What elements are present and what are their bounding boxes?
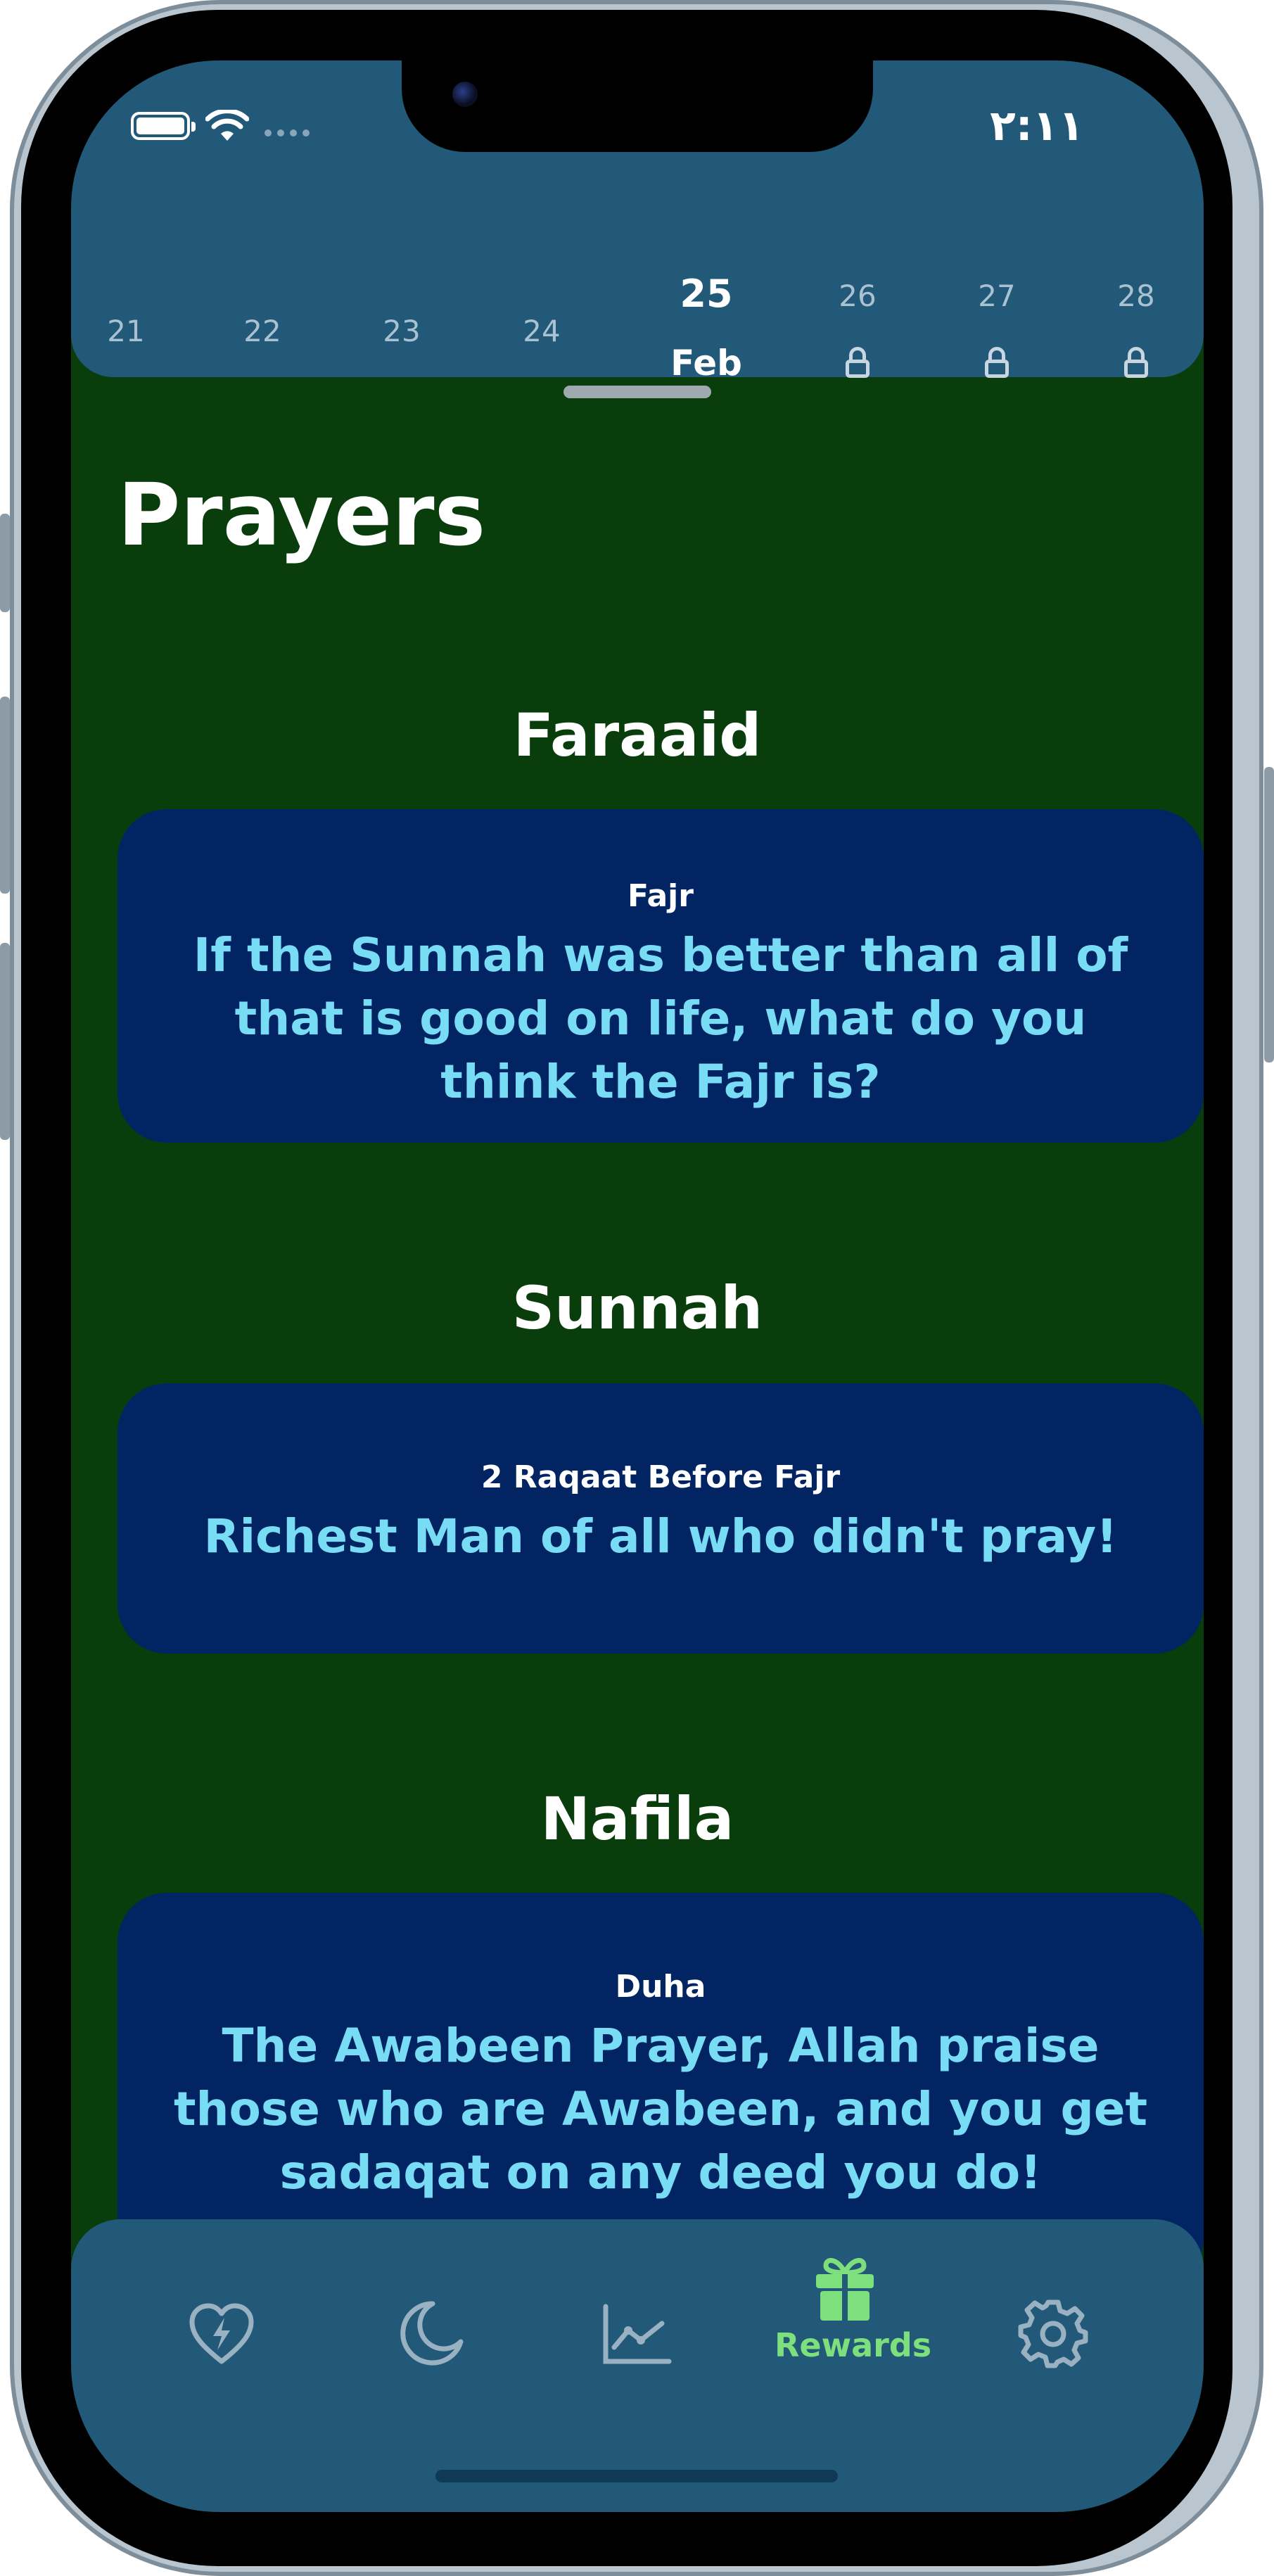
status-bar-left: [131, 110, 310, 142]
tab-night[interactable]: [359, 2298, 500, 2368]
gift-icon: [816, 2258, 874, 2321]
card-text: The Awabeen Prayer, Allah praise those w…: [173, 2019, 1148, 2200]
date-number: 21: [107, 314, 145, 348]
tab-bar: Rewards: [71, 2219, 1204, 2512]
date-number: 28: [1117, 279, 1155, 313]
action-button: [0, 514, 10, 612]
front-camera: [452, 82, 478, 107]
heart-bolt-icon: [189, 2303, 254, 2364]
volume-down-button: [0, 943, 10, 1140]
card-label: Fajr: [628, 878, 694, 914]
tab-rewards[interactable]: Rewards: [775, 2254, 932, 2364]
card-label: 2 Raqaat Before Fajr: [480, 1459, 841, 1495]
section-title-sunnah: Sunnah: [511, 1274, 763, 1343]
date-number: 27: [978, 279, 1016, 313]
card-label: Duha: [615, 1969, 706, 2005]
chart-line-icon: [603, 2304, 672, 2364]
date-number: 26: [839, 279, 877, 313]
lock-icon: [985, 347, 1009, 378]
date-item-25-selected[interactable]: 25 Feb: [650, 272, 763, 383]
battery-icon: [131, 112, 196, 140]
tab-stats[interactable]: [566, 2302, 707, 2366]
section-title-faraaid: Faraaid: [513, 701, 762, 770]
dynamic-island: [402, 61, 873, 152]
page-title: Prayers: [117, 465, 486, 565]
date-number: 24: [523, 314, 561, 348]
wifi-icon: [205, 110, 249, 141]
date-number: 22: [243, 314, 281, 348]
date-item-23[interactable]: 23: [345, 314, 458, 348]
volume-up-button: [0, 697, 10, 894]
date-item-22[interactable]: 22: [206, 314, 319, 348]
cellular-dots-icon: [265, 129, 310, 137]
moon-icon: [400, 2301, 464, 2366]
date-item-27[interactable]: 27: [941, 279, 1053, 378]
gear-icon: [1018, 2299, 1088, 2368]
prayer-card-raqaat-before-fajr[interactable]: 2 Raqaat Before Fajr Richest Man of all …: [117, 1383, 1204, 1654]
date-number: 23: [383, 314, 421, 348]
date-item-26[interactable]: 26: [801, 279, 914, 378]
card-text: If the Sunnah was better than all of tha…: [193, 928, 1128, 1109]
sheet-grabber[interactable]: [563, 386, 711, 398]
date-strip: 21 22 23 24 25 Feb 26 27 28: [71, 201, 1204, 383]
date-item-21[interactable]: 21: [71, 314, 182, 348]
status-time: ٢:١١: [990, 101, 1084, 151]
date-month: Feb: [670, 343, 742, 383]
lock-icon: [1124, 347, 1148, 378]
tab-health[interactable]: [151, 2302, 292, 2366]
card-text: Richest Man of all who didn't pray!: [203, 1509, 1118, 1563]
app-screen: ٢:١١ 21 22 23 24 25 Feb 26 27 28 Prayers…: [71, 61, 1204, 2512]
prayer-card-fajr[interactable]: Fajr If the Sunnah was better than all o…: [117, 809, 1204, 1143]
tab-settings[interactable]: [983, 2298, 1123, 2368]
date-item-24[interactable]: 24: [485, 314, 598, 348]
tab-label: Rewards: [775, 2326, 932, 2364]
power-button: [1264, 767, 1274, 1062]
home-indicator[interactable]: [435, 2470, 838, 2482]
lock-icon: [846, 347, 869, 378]
date-number: 25: [680, 272, 733, 316]
date-item-28[interactable]: 28: [1080, 279, 1192, 378]
section-title-nafila: Nafila: [540, 1784, 734, 1853]
